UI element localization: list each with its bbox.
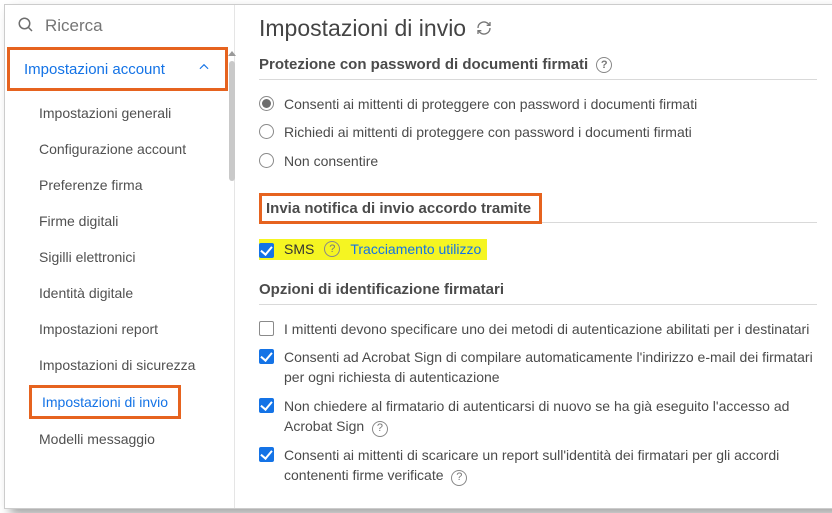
radio-icon [259, 153, 274, 168]
sidebar-item-digital-identity[interactable]: Identità digitale [5, 275, 234, 311]
checkbox-autofill-email[interactable]: Consenti ad Acrobat Sign di compilare au… [259, 343, 817, 392]
notify-sms-row: SMS ? Tracciamento utilizzo [259, 239, 487, 260]
radio-label: Non consentire [284, 151, 817, 171]
radio-require-password[interactable]: Richiedi ai mittenti di proteggere con p… [259, 118, 817, 146]
section-signer-id-title: Opzioni di identificazione firmatari [259, 281, 817, 305]
checkbox-label: Consenti ai mittenti di scaricare un rep… [284, 445, 817, 486]
checkbox-label: Consenti ad Acrobat Sign di compilare au… [284, 347, 817, 388]
main-content: Impostazioni di invio Protezione con pas… [235, 5, 832, 508]
checkbox-icon [259, 349, 274, 364]
sidebar-item-message-templates[interactable]: Modelli messaggio [5, 421, 234, 457]
sidebar-item-electronic-seals[interactable]: Sigilli elettronici [5, 239, 234, 275]
chevron-up-icon [197, 60, 211, 78]
sidebar-item-security-settings[interactable]: Impostazioni di sicurezza [5, 347, 234, 383]
sidebar-item-signature-prefs[interactable]: Preferenze firma [5, 167, 234, 203]
radio-allow-password[interactable]: Consenti ai mittenti di proteggere con p… [259, 90, 817, 118]
checkbox-skip-reauth[interactable]: Non chiedere al firmatario di autenticar… [259, 392, 817, 441]
checkbox-require-auth-method[interactable]: I mittenti devono specificare uno dei me… [259, 315, 817, 343]
nav-section-account-settings[interactable]: Impostazioni account [7, 47, 228, 91]
checkbox-icon [259, 398, 274, 413]
help-icon[interactable]: ? [372, 421, 388, 437]
sidebar-item-report-settings[interactable]: Impostazioni report [5, 311, 234, 347]
nav-section-label: Impostazioni account [24, 61, 165, 78]
refresh-icon[interactable] [476, 15, 492, 42]
section-title-text: Invia notifica di invio accordo tramite [266, 200, 531, 217]
sidebar-item-account-config[interactable]: Configurazione account [5, 131, 234, 167]
section-notify-title: Invia notifica di invio accordo tramite [259, 193, 542, 224]
sidebar: Impostazioni account Impostazioni genera… [5, 5, 235, 508]
radio-icon [259, 124, 274, 139]
help-icon[interactable]: ? [451, 470, 467, 486]
sidebar-nav: Impostazioni generali Configurazione acc… [5, 95, 234, 457]
sidebar-item-send-settings[interactable]: Impostazioni di invio [29, 385, 181, 419]
search-box[interactable] [5, 5, 234, 45]
checkbox-sms[interactable] [259, 243, 274, 258]
search-icon [17, 16, 35, 37]
section-title-text: Protezione con password di documenti fir… [259, 56, 588, 73]
sidebar-item-general[interactable]: Impostazioni generali [5, 95, 234, 131]
radio-label: Consenti ai mittenti di proteggere con p… [284, 94, 817, 114]
help-icon[interactable]: ? [324, 241, 340, 257]
section-password-protect-title: Protezione con password di documenti fir… [259, 56, 817, 80]
usage-tracking-link[interactable]: Tracciamento utilizzo [350, 241, 481, 257]
radio-label: Richiedi ai mittenti di proteggere con p… [284, 122, 817, 142]
checkbox-label: I mittenti devono specificare uno dei me… [284, 319, 817, 339]
search-input[interactable] [43, 15, 183, 37]
sidebar-item-digital-signatures[interactable]: Firme digitali [5, 203, 234, 239]
checkbox-download-identity-report[interactable]: Consenti ai mittenti di scaricare un rep… [259, 441, 817, 490]
page-title-text: Impostazioni di invio [259, 15, 466, 42]
radio-disallow-password[interactable]: Non consentire [259, 147, 817, 175]
checkbox-icon [259, 321, 274, 336]
page-title: Impostazioni di invio [259, 15, 817, 42]
radio-icon [259, 96, 274, 111]
checkbox-icon [259, 447, 274, 462]
password-protect-options: Consenti ai mittenti di proteggere con p… [259, 90, 817, 175]
section-title-text: Opzioni di identificazione firmatari [259, 281, 504, 298]
help-icon[interactable]: ? [596, 57, 612, 73]
checkbox-label: Non chiedere al firmatario di autenticar… [284, 396, 817, 437]
checkbox-label: SMS [284, 241, 314, 257]
signer-id-options: I mittenti devono specificare uno dei me… [259, 315, 817, 490]
